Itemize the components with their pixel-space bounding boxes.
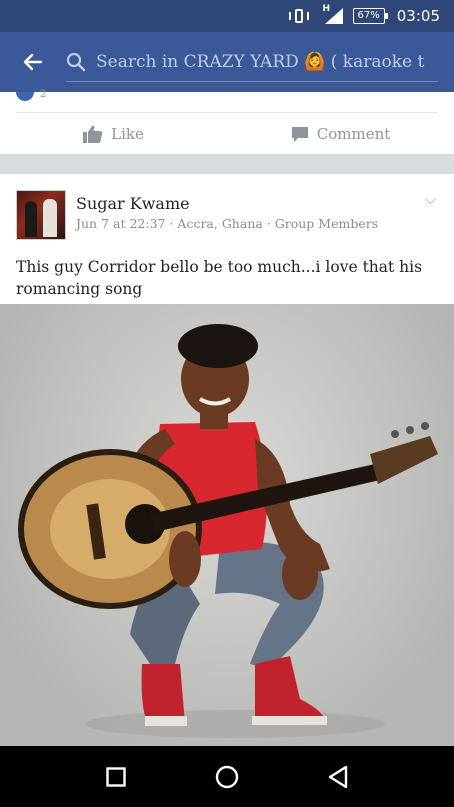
- reaction-count: 2: [40, 89, 47, 100]
- previous-post-footer: 2 Like Comment: [0, 89, 454, 154]
- search-input[interactable]: [96, 52, 426, 72]
- battery-icon: 67%: [352, 8, 389, 24]
- thumbs-up-icon: [83, 125, 103, 143]
- back-button[interactable]: [0, 32, 66, 92]
- like-button[interactable]: Like: [0, 118, 227, 150]
- post-date[interactable]: Jun 7 at 22:37: [76, 216, 165, 231]
- back-arrow-icon: [23, 53, 43, 71]
- circle-icon: [215, 765, 239, 788]
- home-button[interactable]: [207, 757, 247, 797]
- author-name[interactable]: Sugar Kwame: [76, 194, 190, 213]
- triangle-back-icon: [329, 765, 348, 788]
- back-nav-button[interactable]: [318, 757, 358, 797]
- like-label: Like: [111, 125, 144, 143]
- divider: [16, 112, 438, 113]
- signal-icon: H: [319, 4, 343, 26]
- post-actions: Like Comment: [0, 118, 454, 150]
- system-nav-bar: [0, 746, 454, 807]
- search-underline: [66, 81, 438, 82]
- search-icon: [66, 52, 86, 72]
- post-options-chevron-icon[interactable]: ⌵: [425, 192, 436, 208]
- comment-button[interactable]: Comment: [227, 118, 454, 150]
- post-card: Sugar Kwame Jun 7 at 22:37 · Accra, Ghan…: [0, 174, 454, 746]
- post-text: This guy Corridor bello be too much...i …: [16, 258, 423, 298]
- meta-dot-2: ·: [266, 216, 275, 231]
- clock: 03:05: [396, 7, 440, 25]
- vibrate-icon: [288, 8, 309, 24]
- group-search[interactable]: [66, 32, 438, 92]
- post-photo[interactable]: [0, 304, 454, 746]
- comment-label: Comment: [316, 125, 391, 143]
- post-meta: Jun 7 at 22:37 · Accra, Ghana · Group Me…: [76, 216, 378, 231]
- author-avatar[interactable]: [16, 190, 66, 240]
- status-bar: H 67% 03:05: [0, 0, 454, 32]
- guitarist-image: [18, 324, 438, 738]
- recent-apps-button[interactable]: [96, 757, 136, 797]
- post-audience: Group Members: [274, 216, 379, 231]
- comment-icon: [291, 126, 308, 142]
- post-location[interactable]: Accra, Ghana: [177, 216, 262, 231]
- app-bar: [0, 32, 454, 92]
- square-icon: [105, 766, 126, 787]
- reaction-icon: [16, 92, 34, 101]
- feed-separator: [0, 154, 454, 174]
